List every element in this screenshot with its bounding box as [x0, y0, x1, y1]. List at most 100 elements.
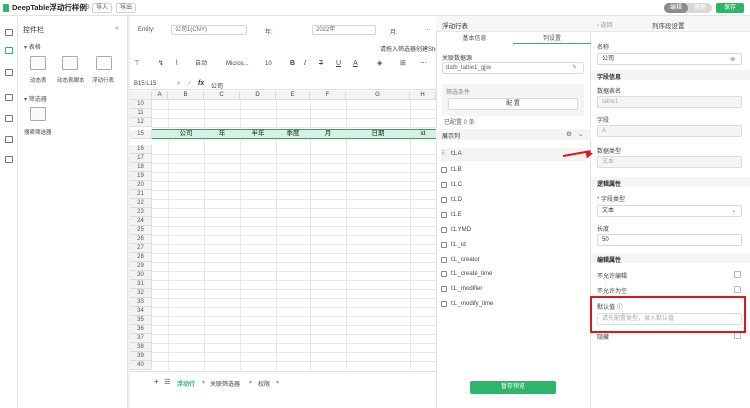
- mode-use-option[interactable]: 使用: [688, 3, 712, 13]
- row-number[interactable]: 23: [130, 208, 152, 217]
- row-number[interactable]: 39: [130, 352, 152, 361]
- strikethrough-icon[interactable]: T: [319, 58, 323, 70]
- tree-icon[interactable]: [5, 156, 13, 163]
- row-number[interactable]: 20: [130, 181, 152, 190]
- row-number[interactable]: 19: [130, 172, 152, 181]
- row-number[interactable]: 26: [130, 235, 152, 244]
- column-header[interactable]: G: [346, 91, 410, 100]
- fill-color-icon[interactable]: ◈: [377, 58, 382, 70]
- export-button[interactable]: 导出: [116, 3, 137, 13]
- row-number[interactable]: 35: [130, 316, 152, 325]
- add-sheet-icon[interactable]: +: [154, 377, 159, 386]
- name-input[interactable]: 公司: [597, 53, 742, 65]
- import-button[interactable]: 导入: [92, 3, 113, 13]
- filter-icon[interactable]: [5, 94, 13, 101]
- row-number[interactable]: 38: [130, 343, 152, 352]
- field-item-label[interactable]: t1._create_time: [451, 271, 492, 277]
- row-number[interactable]: 21: [130, 190, 152, 199]
- grid-icon[interactable]: [5, 47, 13, 54]
- font-color-icon[interactable]: A: [353, 58, 358, 70]
- row-number[interactable]: 16: [130, 145, 152, 154]
- clear-icon[interactable]: ⊗: [730, 55, 735, 63]
- gear-icon[interactable]: ⚙: [84, 3, 90, 13]
- chevron-down-icon[interactable]: ⌄: [578, 130, 583, 138]
- float-row-tile-icon[interactable]: [96, 56, 112, 70]
- hide-checkbox[interactable]: [734, 332, 741, 339]
- row-number[interactable]: 31: [130, 280, 152, 289]
- field-item-label[interactable]: t1.D: [451, 197, 462, 203]
- row-number[interactable]: 11: [130, 109, 152, 118]
- dynamic-script-tile-icon[interactable]: [62, 56, 78, 70]
- sheet-tab-permission[interactable]: 权限: [258, 379, 270, 388]
- row-number[interactable]: 17: [130, 154, 152, 163]
- entity-select[interactable]: 公司1(CNY): [171, 25, 247, 35]
- header-cell-date[interactable]: 日期: [346, 129, 410, 139]
- row-number[interactable]: 12: [130, 118, 152, 127]
- mode-edit-option[interactable]: 编辑: [664, 3, 688, 13]
- column-header[interactable]: H: [410, 91, 436, 100]
- column-header[interactable]: A: [152, 91, 168, 100]
- formula-confirm-icon[interactable]: ✓: [187, 80, 192, 87]
- more-filters[interactable]: ...: [425, 26, 430, 32]
- dataset-edit-icon[interactable]: ✎: [572, 64, 577, 71]
- list-icon[interactable]: [5, 69, 13, 76]
- row-number[interactable]: 29: [130, 262, 152, 271]
- clear-format-icon[interactable]: ↯: [158, 58, 164, 70]
- sheet-tab-filter[interactable]: 关联筛选器: [210, 379, 240, 388]
- row-number[interactable]: 25: [130, 226, 152, 235]
- row-number[interactable]: 33: [130, 298, 152, 307]
- drag-handle-icon[interactable]: ⠿: [441, 150, 445, 157]
- sheet-tab-current[interactable]: 浮动行: [177, 379, 195, 388]
- configure-button[interactable]: 配 置: [448, 98, 578, 110]
- corner-cell[interactable]: [130, 91, 152, 100]
- header-cell-id[interactable]: id: [410, 129, 436, 139]
- no-empty-checkbox[interactable]: [734, 286, 741, 293]
- dynamic-table-tile-icon[interactable]: [30, 56, 46, 70]
- font-name-select[interactable]: Micros...: [226, 58, 249, 70]
- column-header[interactable]: F: [310, 91, 346, 100]
- row-number[interactable]: 10: [130, 100, 152, 109]
- brush-icon[interactable]: ⌇: [175, 58, 178, 70]
- calendar-icon[interactable]: [5, 136, 13, 143]
- column-header[interactable]: C: [204, 91, 240, 100]
- header-cell-month[interactable]: 月: [310, 129, 346, 139]
- underline-icon[interactable]: U: [336, 58, 341, 70]
- layers-icon[interactable]: [5, 29, 13, 36]
- formula-cancel-icon[interactable]: ✕: [176, 80, 181, 87]
- font-size-select[interactable]: 10: [265, 58, 272, 70]
- column-header[interactable]: D: [240, 91, 276, 100]
- border-icon[interactable]: ⊞: [400, 58, 406, 70]
- column-header[interactable]: E: [276, 91, 310, 100]
- header-cell-quarter[interactable]: 季度: [276, 129, 310, 139]
- row-number[interactable]: 18: [130, 163, 152, 172]
- field-item-label[interactable]: t1._id: [451, 242, 466, 248]
- column-header[interactable]: B: [168, 91, 204, 100]
- no-edit-checkbox[interactable]: [734, 271, 741, 278]
- more-tools-icon[interactable]: ⋯: [420, 58, 427, 70]
- search-filter-tile-icon[interactable]: [30, 107, 46, 121]
- save-button[interactable]: 保存: [716, 3, 744, 13]
- italic-icon[interactable]: I: [304, 58, 306, 70]
- font-auto-select[interactable]: 自动: [195, 58, 207, 70]
- tab-column-settings[interactable]: 列设置: [513, 34, 591, 44]
- length-input[interactable]: 50: [597, 234, 742, 246]
- row-number[interactable]: 37: [130, 334, 152, 343]
- field-type-select[interactable]: 文本: [597, 205, 742, 217]
- header-cell-company[interactable]: 公司: [168, 129, 204, 139]
- header-cell-half[interactable]: 半年: [240, 129, 276, 139]
- field-item-label[interactable]: t1._modify_time: [451, 301, 493, 307]
- row-number[interactable]: 40: [130, 361, 152, 370]
- field-item-label[interactable]: t1.C: [451, 182, 462, 188]
- header-cell-year[interactable]: 年: [204, 129, 240, 139]
- row-number[interactable]: 22: [130, 199, 152, 208]
- chevron-down-icon[interactable]: ⌄: [731, 206, 736, 214]
- sheet-list-icon[interactable]: ☰: [164, 378, 170, 386]
- bold-icon[interactable]: B: [290, 58, 295, 70]
- formula-content[interactable]: 公司: [211, 81, 223, 90]
- shield-icon[interactable]: [5, 115, 13, 122]
- cell-ref[interactable]: B15:L15: [134, 81, 156, 87]
- collapse-icon[interactable]: «: [115, 25, 119, 32]
- row-number[interactable]: 30: [130, 271, 152, 280]
- row-number[interactable]: 27: [130, 244, 152, 253]
- chevron-down-icon[interactable]: ▾: [202, 379, 205, 386]
